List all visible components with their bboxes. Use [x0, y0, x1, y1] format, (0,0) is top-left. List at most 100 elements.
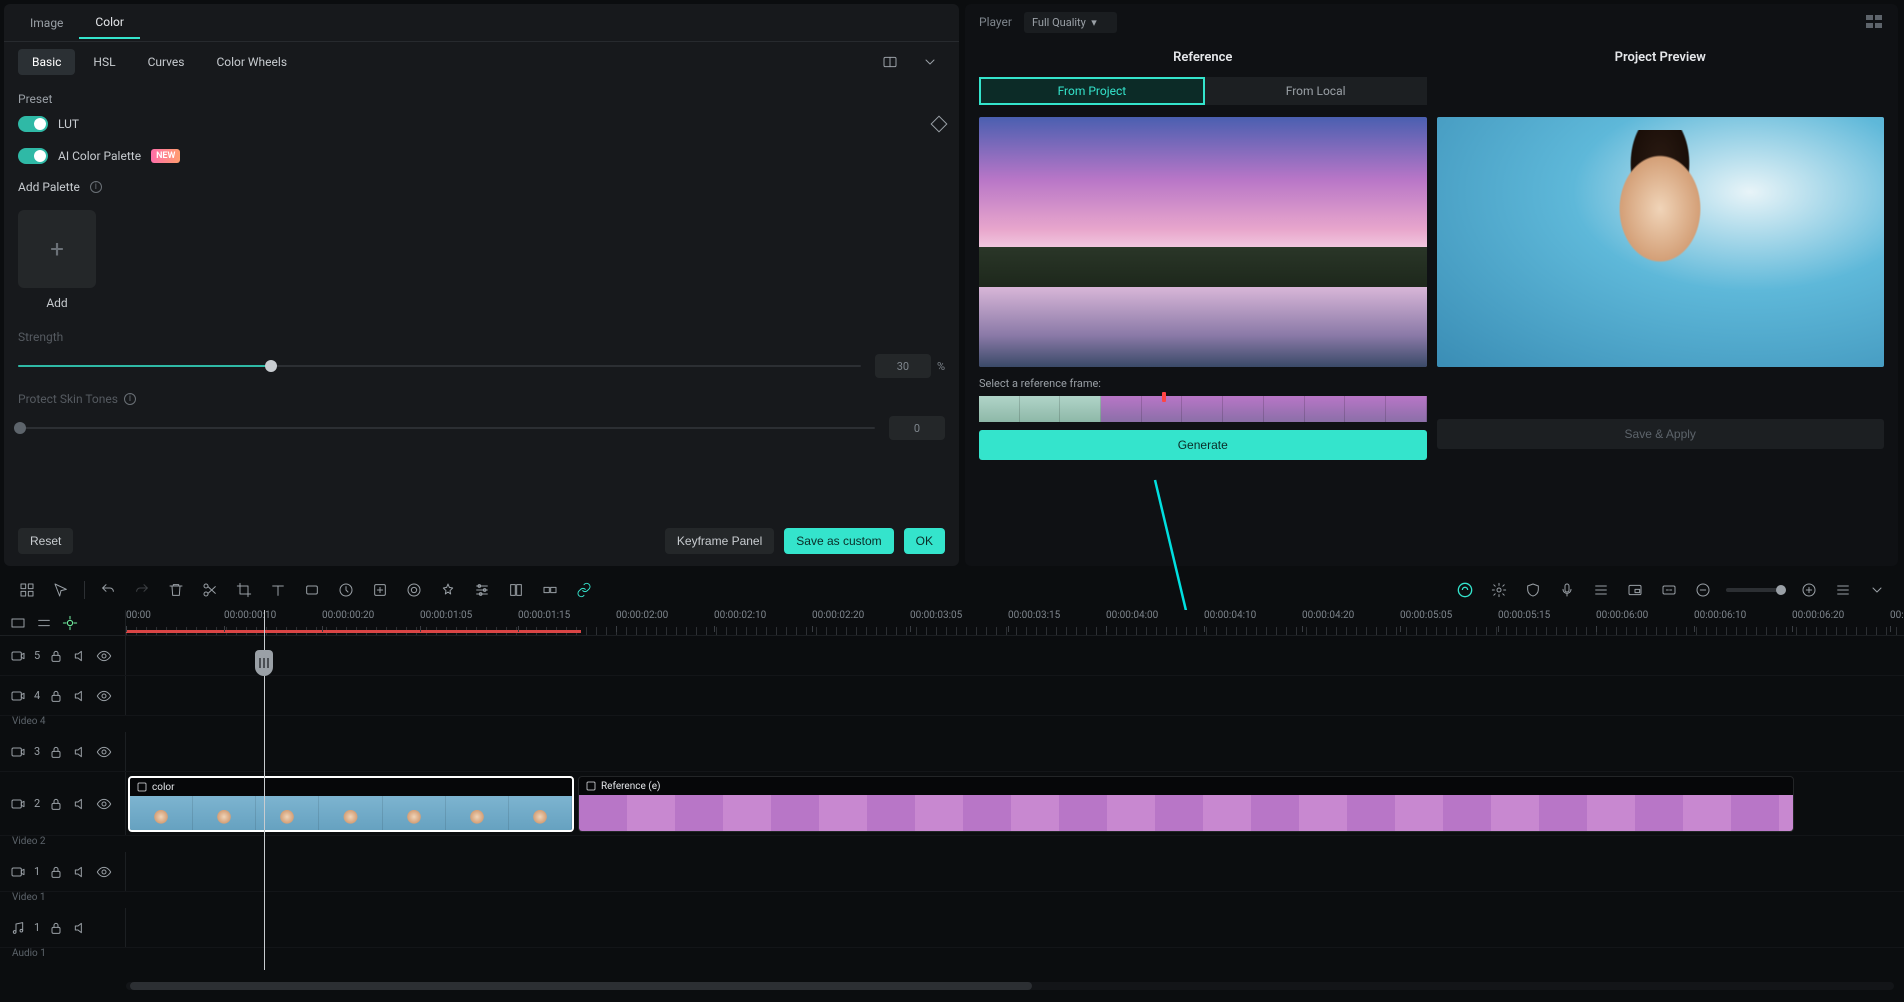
reference-frame-marker[interactable] — [1162, 392, 1166, 402]
speed-icon[interactable] — [331, 575, 361, 605]
mic-icon[interactable] — [1552, 575, 1582, 605]
cc-icon[interactable] — [1654, 575, 1684, 605]
timeline-head-icon-b[interactable] — [36, 615, 52, 631]
player-bar: Player Full Quality ▾ — [965, 4, 1898, 40]
visibility-icon[interactable] — [96, 688, 112, 704]
markers-icon[interactable] — [1586, 575, 1616, 605]
chevron-down-icon[interactable] — [915, 47, 945, 77]
project-preview-title: Project Preview — [1615, 50, 1706, 65]
mute-icon[interactable] — [72, 864, 88, 880]
mute-icon[interactable] — [72, 920, 88, 936]
reference-frame-strip[interactable] — [979, 396, 1427, 422]
track-content-v4[interactable] — [126, 676, 1904, 715]
ratio-icon[interactable] — [297, 575, 327, 605]
lock-icon[interactable] — [48, 864, 64, 880]
keyframe-panel-button[interactable]: Keyframe Panel — [665, 528, 774, 554]
lock-icon[interactable] — [48, 920, 64, 936]
undo-icon[interactable] — [93, 575, 123, 605]
generate-button[interactable]: Generate — [979, 430, 1427, 460]
lock-icon[interactable] — [48, 744, 64, 760]
from-project-tab[interactable]: From Project — [979, 77, 1205, 105]
mute-icon[interactable] — [72, 796, 88, 812]
tool-icon-b[interactable] — [433, 575, 463, 605]
timeline-head-icon-a[interactable] — [10, 615, 26, 631]
track-content-v3[interactable] — [126, 732, 1904, 771]
pointer-tool-icon[interactable] — [46, 575, 76, 605]
playhead[interactable] — [264, 610, 265, 970]
track-num: 1 — [34, 865, 40, 878]
mute-icon[interactable] — [72, 688, 88, 704]
visibility-icon[interactable] — [96, 796, 112, 812]
list-view-icon[interactable] — [1828, 575, 1858, 605]
ai-palette-toggle[interactable] — [18, 148, 48, 164]
lock-icon[interactable] — [48, 648, 64, 664]
strength-slider[interactable] — [18, 356, 861, 376]
link-icon[interactable] — [569, 575, 599, 605]
track-content-v1[interactable] — [126, 852, 1904, 891]
save-as-custom-button[interactable]: Save as custom — [784, 528, 893, 554]
subtab-curves[interactable]: Curves — [134, 49, 199, 75]
adjust-icon[interactable] — [467, 575, 497, 605]
track-row-v5: 5 — [0, 636, 1904, 676]
redo-icon[interactable] — [127, 575, 157, 605]
subtab-color-wheels[interactable]: Color Wheels — [202, 49, 301, 75]
lock-icon[interactable] — [48, 688, 64, 704]
delete-icon[interactable] — [161, 575, 191, 605]
quality-select[interactable]: Full Quality ▾ — [1024, 12, 1117, 33]
clip-color[interactable]: color — [128, 776, 574, 832]
add-palette-button[interactable]: + — [18, 210, 96, 288]
protect-skin-value[interactable]: 0 — [889, 416, 945, 440]
mute-icon[interactable] — [72, 744, 88, 760]
playhead-handle[interactable] — [255, 650, 273, 676]
timeline-scrollbar[interactable] — [126, 982, 1894, 990]
tool-icon-c[interactable] — [501, 575, 531, 605]
protect-skin-slider[interactable] — [18, 418, 875, 438]
lock-icon[interactable] — [48, 796, 64, 812]
track-content-v5[interactable] — [126, 636, 1904, 675]
protect-skin-info-icon[interactable]: i — [124, 393, 136, 405]
crop-icon[interactable] — [229, 575, 259, 605]
tool-icon-a[interactable] — [399, 575, 429, 605]
strength-value[interactable]: 30 — [875, 354, 931, 378]
tab-image[interactable]: Image — [14, 8, 79, 38]
effects-icon[interactable] — [365, 575, 395, 605]
zoom-out-icon[interactable] — [1688, 575, 1718, 605]
subtab-hsl[interactable]: HSL — [79, 49, 129, 75]
project-preview-column: Project Preview Save & Apply — [1437, 50, 1885, 460]
pip-icon[interactable] — [1620, 575, 1650, 605]
zoom-slider[interactable] — [1726, 588, 1786, 592]
reference-preview-image[interactable] — [979, 117, 1427, 367]
tool-icon-d[interactable] — [535, 575, 565, 605]
from-local-tab[interactable]: From Local — [1205, 77, 1427, 105]
time-ruler[interactable]: 00:0000:00:00:1000:00:00:2000:00:01:0500… — [126, 610, 1904, 635]
mute-icon[interactable] — [72, 648, 88, 664]
layout-grid-icon[interactable] — [1866, 15, 1884, 29]
chevron-down-icon[interactable] — [1862, 575, 1892, 605]
subtab-basic[interactable]: Basic — [18, 49, 75, 75]
settings-gear-icon[interactable] — [1484, 575, 1514, 605]
compare-view-icon[interactable] — [875, 47, 905, 77]
ai-color-icon[interactable] — [1450, 575, 1480, 605]
visibility-icon[interactable] — [96, 744, 112, 760]
lut-toggle[interactable] — [18, 116, 48, 132]
tab-color[interactable]: Color — [79, 7, 139, 39]
ok-button[interactable]: OK — [904, 528, 945, 554]
project-preview-image[interactable] — [1437, 117, 1885, 367]
time-tick: 00:00:04:20 — [1302, 610, 1354, 621]
timeline-scrollbar-thumb[interactable] — [130, 982, 1032, 990]
zoom-in-icon[interactable] — [1794, 575, 1824, 605]
save-apply-button[interactable]: Save & Apply — [1437, 419, 1885, 449]
track-content-v2[interactable]: color Reference (e) — [126, 772, 1904, 835]
split-icon[interactable] — [195, 575, 225, 605]
timeline-head-icon-c[interactable] — [62, 615, 78, 631]
clip-reference[interactable]: Reference (e) — [578, 776, 1794, 832]
track-content-a1[interactable] — [126, 908, 1904, 947]
keyframe-diamond-icon[interactable] — [931, 116, 948, 133]
visibility-icon[interactable] — [96, 864, 112, 880]
text-icon[interactable] — [263, 575, 293, 605]
reset-button[interactable]: Reset — [18, 528, 73, 554]
info-icon[interactable]: i — [90, 181, 102, 193]
shield-icon[interactable] — [1518, 575, 1548, 605]
grid-tool-icon[interactable] — [12, 575, 42, 605]
visibility-icon[interactable] — [96, 648, 112, 664]
